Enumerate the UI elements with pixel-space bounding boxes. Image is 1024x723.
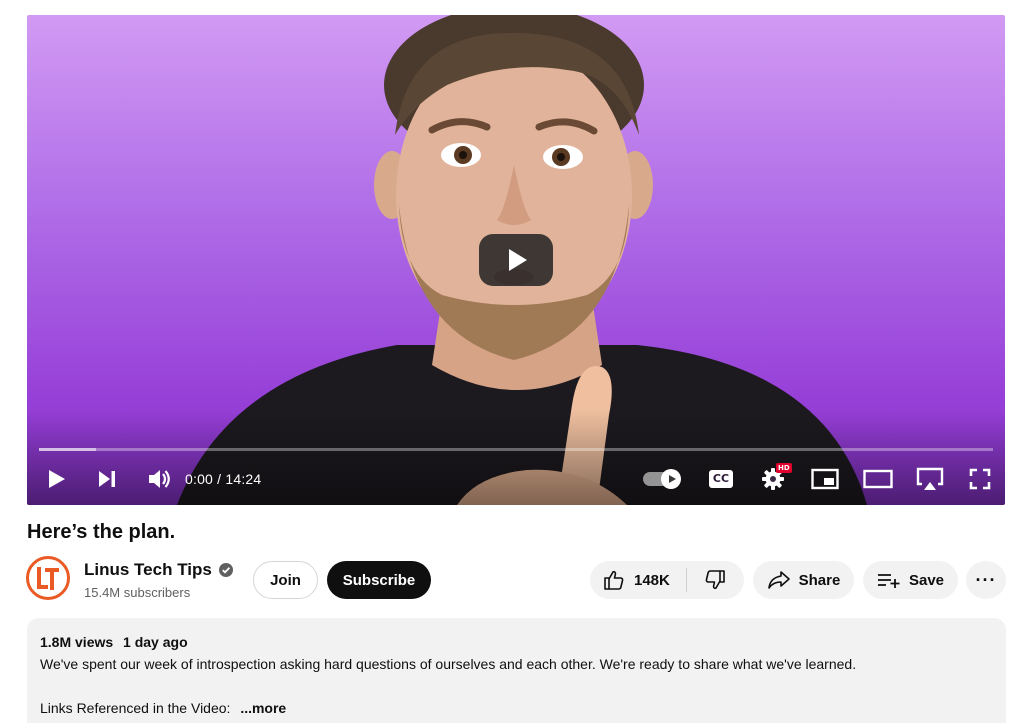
large-play-button[interactable] xyxy=(479,234,553,286)
play-pause-button[interactable] xyxy=(45,468,67,490)
channel-avatar[interactable] xyxy=(26,556,70,600)
channel-name[interactable]: Linus Tech Tips xyxy=(84,560,233,580)
airplay-icon xyxy=(916,467,944,490)
cc-icon: CC xyxy=(709,470,733,488)
subtitles-button[interactable]: CC xyxy=(709,470,733,488)
like-dislike-group: 148K xyxy=(590,561,744,599)
duration: 14:24 xyxy=(225,471,262,487)
description-text: We've spent our week of introspection as… xyxy=(40,656,857,672)
share-button[interactable]: Share xyxy=(753,561,854,599)
more-horizontal-icon: ··· xyxy=(975,569,997,590)
verified-icon xyxy=(218,563,233,577)
upload-age: 1 day ago xyxy=(123,634,188,650)
progress-bar[interactable] xyxy=(39,448,993,451)
channel-name-text: Linus Tech Tips xyxy=(84,560,212,579)
subscribe-button[interactable]: Subscribe xyxy=(327,561,431,599)
view-count: 1.8M views xyxy=(40,634,114,650)
channel-logo xyxy=(37,567,59,590)
description-links-line: Links Referenced in the Video: ...more xyxy=(40,698,993,718)
video-player[interactable]: 0:00 / 14:24 CC HD xyxy=(27,15,1005,505)
subscriber-count: 15.4M subscribers xyxy=(84,585,191,600)
video-title: Here’s the plan. xyxy=(27,521,176,543)
thumbs-down-icon xyxy=(706,570,726,590)
autoplay-play-icon xyxy=(668,475,676,483)
save-button[interactable]: Save xyxy=(863,561,958,599)
volume-icon xyxy=(149,470,170,488)
autoplay-toggle[interactable] xyxy=(643,469,681,489)
show-more-link[interactable]: ...more xyxy=(240,700,286,716)
miniplayer-button[interactable] xyxy=(811,468,839,490)
time-separator: / xyxy=(213,471,226,487)
join-button[interactable]: Join xyxy=(253,561,318,599)
fullscreen-icon xyxy=(969,468,991,490)
save-to-playlist-icon xyxy=(877,574,900,588)
video-meta: 1.8M views 1 day ago xyxy=(40,632,993,652)
hd-badge: HD xyxy=(776,463,792,473)
next-button[interactable] xyxy=(97,469,117,489)
share-icon xyxy=(767,571,790,589)
theater-mode-icon xyxy=(863,469,893,489)
links-referenced-label: Links Referenced in the Video: xyxy=(40,700,231,716)
dislike-button[interactable] xyxy=(687,561,744,599)
more-actions-button[interactable]: ··· xyxy=(966,561,1006,599)
fullscreen-button[interactable] xyxy=(969,468,991,490)
current-time: 0:00 xyxy=(185,471,214,487)
play-icon xyxy=(509,249,527,271)
player-controls: 0:00 / 14:24 CC HD xyxy=(27,461,1005,497)
theater-mode-button[interactable] xyxy=(863,469,893,489)
mute-button[interactable] xyxy=(147,468,171,490)
time-display: 0:00 / 14:24 xyxy=(185,471,261,487)
like-count: 148K xyxy=(634,571,670,589)
description-box[interactable]: 1.8M views 1 day ago We've spent our wee… xyxy=(27,618,1006,723)
save-label: Save xyxy=(908,571,945,589)
thumbs-up-icon xyxy=(604,570,624,590)
settings-button[interactable]: HD xyxy=(761,463,792,491)
progress-buffered xyxy=(39,448,97,451)
share-label: Share xyxy=(798,571,841,589)
skip-next-icon xyxy=(99,471,115,487)
play-icon xyxy=(49,470,65,488)
like-button[interactable]: 148K xyxy=(590,561,687,599)
miniplayer-icon xyxy=(811,468,839,490)
airplay-button[interactable] xyxy=(915,466,945,492)
